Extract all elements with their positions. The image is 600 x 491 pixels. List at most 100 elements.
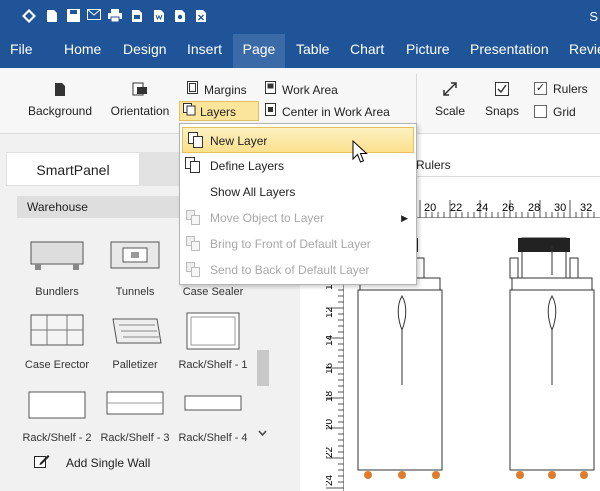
center-in-work-area-button[interactable]: Center in Work Area xyxy=(262,102,390,122)
new-file-icon[interactable] xyxy=(45,9,59,23)
background-icon xyxy=(26,82,94,100)
left-ruler-tick-label: 14 xyxy=(326,334,335,346)
scrollbar-thumb[interactable] xyxy=(257,350,269,386)
send-to-back-of-default-layer-icon xyxy=(185,261,201,278)
background-button[interactable]: Background xyxy=(26,82,94,118)
shape-label: Tunnels xyxy=(115,286,155,298)
shape-rack-shelf-2[interactable]: Rack/Shelf - 2 xyxy=(18,384,96,444)
scroll-down-icon[interactable] xyxy=(258,428,267,438)
menu-item-label: Define Layers xyxy=(210,159,285,173)
margins-button[interactable]: Margins xyxy=(184,80,247,100)
center-icon xyxy=(265,102,276,122)
title-bar: S xyxy=(0,0,600,34)
layers-button[interactable]: Layers xyxy=(179,101,259,121)
shape-tunnels[interactable]: Tunnels xyxy=(96,238,174,298)
menu-revie[interactable]: Revie xyxy=(559,34,600,68)
scale-button[interactable]: Scale xyxy=(430,82,470,118)
work-area-icon xyxy=(265,80,276,100)
rulers-checkbox[interactable]: ✓ xyxy=(534,82,547,95)
add-single-wall-label: Add Single Wall xyxy=(66,456,151,470)
left-ruler-tick-label: 22 xyxy=(326,446,335,458)
shape-label: Rack/Shelf - 1 xyxy=(178,359,248,371)
email-icon[interactable] xyxy=(87,9,101,23)
work-area-button[interactable]: Work Area xyxy=(262,80,338,100)
layers-label: Layers xyxy=(200,105,237,119)
menu-item-new-layer[interactable]: New Layer xyxy=(182,127,414,153)
left-ruler-tick-label: 12 xyxy=(326,306,335,318)
ribbon-separator xyxy=(416,74,417,130)
shape-label: Rack/Shelf - 4 xyxy=(178,432,248,444)
rack-shelf-2-thumbnail xyxy=(18,384,96,424)
shape-rack-shelf-4[interactable]: Rack/Shelf - 4 xyxy=(174,384,252,444)
app-logo-icon xyxy=(22,9,36,23)
smartpanel-tab[interactable]: SmartPanel xyxy=(6,152,140,186)
work-area-label: Work Area xyxy=(282,83,338,97)
grid-label: Grid xyxy=(553,105,576,119)
shape-label: Rack/Shelf - 2 xyxy=(22,432,92,444)
menu-item-label: New Layer xyxy=(210,134,268,148)
menu-item-label: Move Object to Layer xyxy=(210,211,325,225)
export-excel-icon[interactable] xyxy=(194,9,208,23)
menu-item-label: Show All Layers xyxy=(210,185,296,199)
menu-item-label: Bring to Front of Default Layer xyxy=(210,237,371,251)
menu-item-bring-to-front-of-default-layer: Bring to Front of Default Layer xyxy=(180,231,416,257)
top-ruler-tick-label: 28 xyxy=(528,202,540,214)
export-pdf-icon[interactable] xyxy=(130,9,144,23)
left-ruler-tick-label: 20 xyxy=(326,418,335,430)
rack-shelf-1-thumbnail xyxy=(174,311,252,351)
shape-palletizer[interactable]: Palletizer xyxy=(96,311,174,371)
case-erector-thumbnail xyxy=(18,311,96,351)
bring-to-front-of-default-layer-icon xyxy=(185,235,201,252)
shape-label: Case Erector xyxy=(24,359,90,371)
menu-page[interactable]: Page xyxy=(233,34,285,68)
menu-presentation[interactable]: Presentation xyxy=(460,34,559,68)
menu-design[interactable]: Design xyxy=(113,34,177,68)
menu-bar: File Home Design Insert Page Table Chart Pictur… xyxy=(0,34,600,68)
snaps-label: Snaps xyxy=(484,104,520,118)
top-ruler-tick-label: 30 xyxy=(554,202,566,214)
menu-home[interactable]: Home xyxy=(54,34,111,68)
shape-bundlers[interactable]: Bundlers xyxy=(18,238,96,298)
menu-item-show-all-layers[interactable]: Show All Layers xyxy=(180,179,416,205)
menu-picture[interactable]: Picture xyxy=(396,34,460,68)
scale-icon xyxy=(430,82,470,100)
rulers-tooltip-label: Rulers xyxy=(416,158,451,172)
menu-item-define-layers[interactable]: Define Layers xyxy=(180,153,416,179)
shape-label: Rack/Shelf - 3 xyxy=(100,432,170,444)
print-icon[interactable] xyxy=(108,9,122,23)
shape-rack-shelf-1[interactable]: Rack/Shelf - 1 xyxy=(174,311,252,371)
left-ruler-tick-label: 18 xyxy=(326,390,335,402)
shape-case-erector[interactable]: Case Erector xyxy=(18,311,96,371)
top-ruler-tick-label: 24 xyxy=(476,202,488,214)
top-ruler-tick-label: 22 xyxy=(450,202,462,214)
menu-file[interactable]: File xyxy=(0,34,43,68)
menu-insert[interactable]: Insert xyxy=(177,34,232,68)
add-single-wall-button[interactable]: Add Single Wall xyxy=(34,454,150,472)
orientation-button[interactable]: Orientation xyxy=(108,82,172,118)
rack-shelf-4-thumbnail xyxy=(174,384,252,424)
margins-icon xyxy=(187,80,198,100)
scale-label: Scale xyxy=(434,104,466,118)
top-ruler-tick-label: 20 xyxy=(424,202,436,214)
save-icon[interactable] xyxy=(66,9,80,23)
move-object-to-layer-icon xyxy=(185,209,201,226)
snaps-button[interactable]: Snaps xyxy=(482,82,522,118)
truck-right[interactable] xyxy=(509,237,595,479)
shape-rack-shelf-3[interactable]: Rack/Shelf - 3 xyxy=(96,384,174,444)
shape-label: Case Sealer xyxy=(182,286,244,298)
menu-item-send-to-back-of-default-layer: Send to Back of Default Layer xyxy=(180,257,416,283)
menu-chart[interactable]: Chart xyxy=(340,34,394,68)
rack-shelf-3-thumbnail xyxy=(96,384,174,424)
submenu-arrow-icon: ▶ xyxy=(401,213,408,223)
grid-checkbox[interactable] xyxy=(534,105,547,118)
rulers-label: Rulers xyxy=(553,82,588,96)
layers-dropdown-menu: New Layer Define Layers Show All Layers Mov… xyxy=(179,123,417,285)
export-ppt-icon[interactable] xyxy=(173,9,187,23)
top-ruler-tick-label: 32 xyxy=(580,202,592,214)
menu-item-move-object-to-layer: Move Object to Layer ▶ xyxy=(180,205,416,231)
mouse-cursor-icon xyxy=(352,140,368,163)
export-word-icon[interactable] xyxy=(152,9,166,23)
pencil-icon xyxy=(34,454,50,472)
layers-icon xyxy=(183,102,196,122)
menu-table[interactable]: Table xyxy=(286,34,339,68)
